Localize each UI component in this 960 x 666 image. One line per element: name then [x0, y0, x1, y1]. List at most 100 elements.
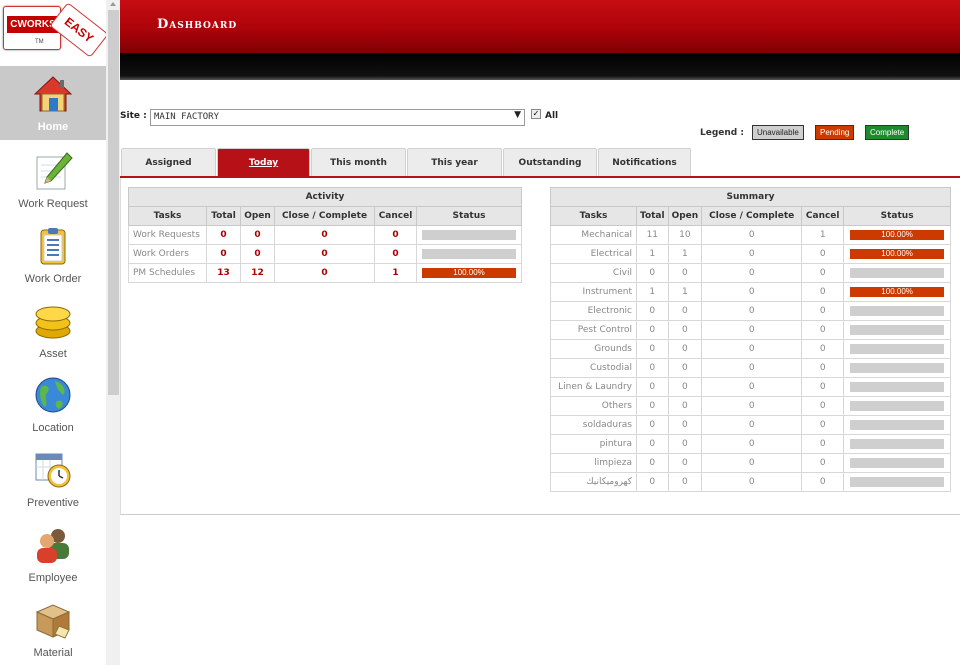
- summary-rows: Mechanical 11 10 0 1 100.00% Electrical 1 1 0 0 100…: [550, 225, 951, 492]
- total-cell: 0: [636, 358, 669, 378]
- coins-icon: [35, 306, 71, 339]
- status-cell: [416, 244, 522, 264]
- status-bar: [850, 325, 945, 335]
- table-row[interactable]: soldaduras 0 0 0 0: [550, 415, 951, 435]
- total-cell: 0: [636, 320, 669, 340]
- open-cell: 0: [667, 377, 703, 397]
- open-cell: 0: [667, 396, 703, 416]
- close-cell: 0: [701, 472, 803, 492]
- close-cell: 0: [701, 377, 803, 397]
- table-row[interactable]: limpieza 0 0 0 0: [550, 453, 951, 473]
- close-cell: 0: [701, 415, 803, 435]
- total-cell: 1: [636, 244, 669, 264]
- status-cell: [843, 339, 951, 359]
- close-cell: 0: [701, 263, 803, 283]
- table-row[interactable]: pintura 0 0 0 0: [550, 434, 951, 454]
- sidebar-item-preventive[interactable]: Preventive: [0, 442, 106, 516]
- box-icon: [35, 604, 71, 639]
- legend-complete: Complete: [865, 125, 910, 140]
- table-row[interactable]: Instrument 1 1 0 0 100.00%: [550, 282, 951, 302]
- table-row[interactable]: Mechanical 11 10 0 1 100.00%: [550, 225, 951, 245]
- clipboard-icon: [40, 228, 66, 265]
- table-row[interactable]: Work Requests 0 0 0 0: [128, 225, 522, 245]
- close-cell: 0: [701, 339, 803, 359]
- status-cell: [843, 377, 951, 397]
- task-cell: Work Requests: [128, 225, 207, 245]
- total-cell: 11: [636, 225, 669, 245]
- task-cell: Custodial: [550, 358, 637, 378]
- tab-today[interactable]: Today: [217, 148, 310, 176]
- close-cell: 0: [701, 244, 803, 264]
- close-cell: 0: [701, 225, 803, 245]
- table-row[interactable]: Work Orders 0 0 0 0: [128, 244, 522, 264]
- all-checkbox[interactable]: ✓: [531, 109, 541, 119]
- status-cell: [843, 301, 951, 321]
- total-cell: 0: [206, 225, 241, 245]
- table-row[interactable]: Pest Control 0 0 0 0: [550, 320, 951, 340]
- table-row[interactable]: PM Schedules 13 12 0 1 100.00%: [128, 263, 522, 283]
- table-row[interactable]: Custodial 0 0 0 0: [550, 358, 951, 378]
- open-cell: 0: [240, 244, 275, 264]
- open-cell: 0: [667, 415, 703, 435]
- tab-this-month[interactable]: This month: [311, 148, 406, 176]
- sidebar-item-home[interactable]: Home: [0, 66, 106, 140]
- sidebar-scrollbar-thumb[interactable]: [108, 10, 119, 395]
- total-cell: 13: [206, 263, 241, 283]
- people-icon: [37, 529, 69, 563]
- status-bar: [850, 344, 945, 354]
- task-cell: Instrument: [550, 282, 637, 302]
- tab-this-year[interactable]: This year: [407, 148, 502, 176]
- cancel-cell: 0: [801, 453, 845, 473]
- scroll-up-icon[interactable]: [110, 2, 116, 6]
- total-cell: 0: [636, 434, 669, 454]
- cancel-cell: 0: [801, 472, 845, 492]
- tab-notifications[interactable]: Notifications: [598, 148, 691, 176]
- activity-rows: Work Requests 0 0 0 0 Work Orders 0 0 0 0 PM Sched…: [128, 225, 522, 283]
- status-bar: [422, 249, 516, 259]
- sidebar-item-material[interactable]: Material: [0, 592, 106, 666]
- table-row[interactable]: Grounds 0 0 0 0: [550, 339, 951, 359]
- sidebar-item-label: Work Request: [18, 198, 88, 210]
- open-cell: 0: [667, 301, 703, 321]
- open-cell: 0: [667, 263, 703, 283]
- activity-title: Activity: [128, 187, 522, 207]
- table-row[interactable]: Electronic 0 0 0 0: [550, 301, 951, 321]
- status-cell: [843, 434, 951, 454]
- sidebar-item-location[interactable]: Location: [0, 367, 106, 441]
- legend-pending: Pending: [815, 125, 855, 140]
- open-cell: 0: [667, 358, 703, 378]
- site-select[interactable]: MAIN FACTORY ▼: [150, 109, 525, 126]
- status-bar: [850, 401, 945, 411]
- task-cell: Electronic: [550, 301, 637, 321]
- task-cell: Linen & Laundry: [550, 377, 637, 397]
- status-cell: [416, 225, 522, 245]
- sidebar-item-asset[interactable]: Asset: [0, 293, 106, 367]
- status-bar: [422, 230, 516, 240]
- column-header: Open: [667, 206, 703, 226]
- close-cell: 0: [701, 434, 803, 454]
- tab-assigned[interactable]: Assigned: [121, 148, 216, 176]
- sidebar-item-label: Home: [37, 121, 69, 133]
- open-cell: 12: [240, 263, 275, 283]
- status-cell: 100.00%: [416, 263, 522, 283]
- column-header: Total: [636, 206, 669, 226]
- table-row[interactable]: Others 0 0 0 0: [550, 396, 951, 416]
- sidebar-item-label: Preventive: [27, 497, 79, 509]
- column-header: Close / Complete: [701, 206, 803, 226]
- table-row[interactable]: Linen & Laundry 0 0 0 0: [550, 377, 951, 397]
- sidebar-item-employee[interactable]: Employee: [0, 517, 106, 591]
- task-cell: Electrical: [550, 244, 637, 264]
- table-row[interactable]: Electrical 1 1 0 0 100.00%: [550, 244, 951, 264]
- column-header: Close / Complete: [274, 206, 375, 226]
- logo[interactable]: CWORKS TM EASY: [0, 0, 119, 66]
- status-bar: [850, 306, 945, 316]
- sidebar-item-work-order[interactable]: Work Order: [0, 218, 106, 292]
- total-cell: 0: [636, 453, 669, 473]
- tab-outstanding[interactable]: Outstanding: [503, 148, 597, 176]
- table-row[interactable]: Civil 0 0 0 0: [550, 263, 951, 283]
- sidebar-item-work-request[interactable]: Work Request: [0, 143, 106, 217]
- home-icon: [33, 76, 73, 112]
- total-cell: 0: [206, 244, 241, 264]
- table-row[interactable]: كهروميكانيك 0 0 0 0: [550, 472, 951, 492]
- dropdown-arrow-icon[interactable]: ▼: [514, 110, 521, 120]
